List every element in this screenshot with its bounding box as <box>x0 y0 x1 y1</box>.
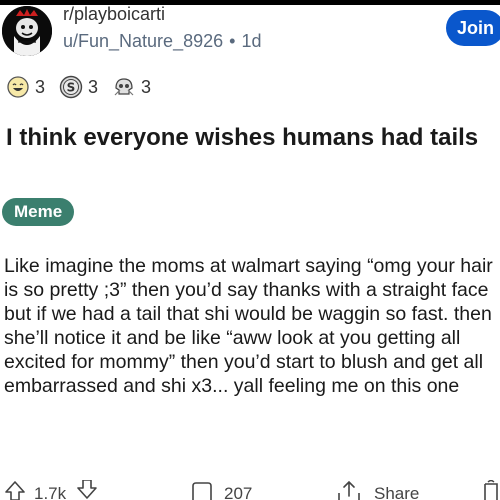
join-button[interactable]: Join <box>446 10 500 46</box>
share-icon <box>338 480 360 500</box>
award-skull[interactable]: 3 <box>112 75 151 99</box>
comment-count: 207 <box>224 484 253 500</box>
subreddit-name[interactable]: r/playboicarti <box>63 4 165 25</box>
post-title[interactable]: I think everyone wishes humans had tails <box>6 122 496 154</box>
award-laughing[interactable]: 3 <box>6 75 45 99</box>
awards-row[interactable]: 3 S 3 3 <box>6 74 165 100</box>
post-page: r/playboicarti u/Fun_Nature_8926 • 1d Join… <box>0 0 500 500</box>
award-count: 3 <box>141 76 152 97</box>
comments-button[interactable]: 207 <box>190 480 252 500</box>
more-button[interactable] <box>482 480 500 500</box>
post-body: Like imagine the moms at walmart saying … <box>4 255 493 397</box>
upvote-count: 1.7k <box>34 484 67 500</box>
silver-coin-icon: S <box>59 75 83 99</box>
avatar-icon <box>2 6 52 56</box>
comment-icon <box>192 482 212 500</box>
author-line: u/Fun_Nature_8926 • 1d <box>63 31 261 52</box>
award-count: 3 <box>35 76 46 97</box>
skull-award-icon <box>114 78 134 96</box>
award-icon <box>484 480 498 500</box>
downvote-icon[interactable] <box>76 480 98 500</box>
meta-separator: • <box>229 31 236 51</box>
post-flair[interactable]: Meme <box>2 198 75 226</box>
post-age: 1d <box>241 31 262 51</box>
svg-text:S: S <box>67 81 76 95</box>
author-name[interactable]: u/Fun_Nature_8926 <box>63 31 223 51</box>
laughing-face-icon <box>7 76 29 98</box>
upvote-icon[interactable] <box>4 480 26 500</box>
vote-group: 1.7k <box>4 480 98 500</box>
share-label: Share <box>374 484 420 500</box>
award-count: 3 <box>88 76 99 97</box>
subreddit-avatar[interactable] <box>2 6 52 56</box>
award-silver[interactable]: S 3 <box>59 75 98 99</box>
share-button[interactable]: Share <box>336 480 419 500</box>
action-bar: 1.7k 207 Share <box>0 480 500 500</box>
